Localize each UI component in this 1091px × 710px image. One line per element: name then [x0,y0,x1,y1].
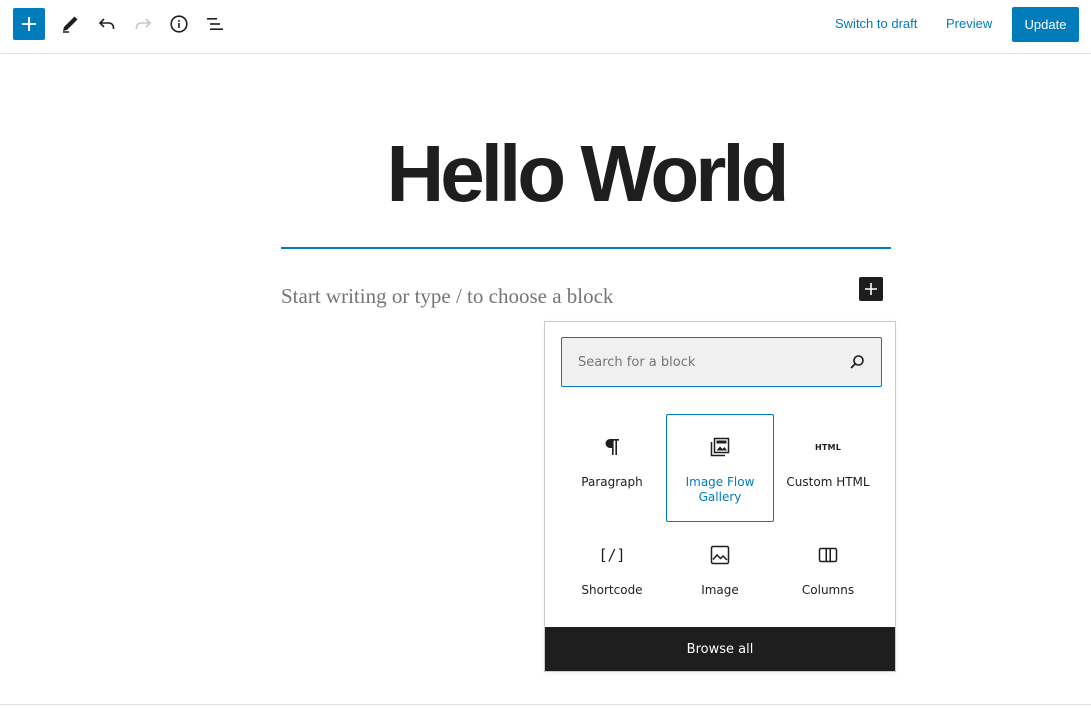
browse-all-button[interactable]: Browse all [545,627,895,671]
image-icon [667,543,773,567]
block-item-image[interactable]: Image [666,522,774,630]
list-view-button[interactable] [199,8,231,40]
block-item-image-flow-gallery[interactable]: Image Flow Gallery [666,414,774,522]
tools-button[interactable] [54,8,86,40]
pencil-icon [63,16,78,33]
block-item-custom-html[interactable]: HTML Custom HTML [774,414,882,522]
block-item-label: Shortcode [581,583,643,597]
block-item-shortcode[interactable]: [/] Shortcode [558,522,666,630]
preview-button[interactable]: Preview [946,15,992,33]
block-item-label: Image Flow Gallery [685,475,755,504]
update-button[interactable]: Update [1012,7,1079,42]
gallery-icon [667,435,773,459]
redo-button[interactable] [127,8,159,40]
redo-icon [135,18,152,29]
block-item-label: Columns [801,583,855,597]
block-placeholder[interactable]: Start writing or type / to choose a bloc… [281,282,613,310]
add-block-button[interactable] [13,8,45,40]
block-item-label: Paragraph [581,475,643,489]
plus-icon [22,17,36,31]
plus-icon [865,283,877,295]
title-focus-underline [281,247,891,249]
block-item-columns[interactable]: Columns [774,522,882,630]
undo-button[interactable] [91,8,123,40]
shortcode-icon-glyph: [/] [598,546,626,564]
html-icon: HTML [775,435,881,459]
editor-header-toolbar: Switch to draft Preview Update [0,0,1091,54]
post-title[interactable]: Hello World [281,128,891,220]
block-item-paragraph[interactable]: Paragraph [558,414,666,522]
footer-divider [0,704,1091,705]
details-button[interactable] [163,8,195,40]
paragraph-icon [559,435,665,459]
columns-icon [775,543,881,567]
block-search[interactable] [561,337,882,387]
switch-to-draft-button[interactable]: Switch to draft [835,15,917,33]
block-item-label: Image [701,583,739,597]
block-inserter-button[interactable] [859,277,883,301]
undo-icon [98,18,115,29]
block-search-input[interactable] [562,338,842,386]
quick-inserter-popover: Paragraph Image Flow Gallery HTML Custom… [544,321,896,672]
info-icon [170,15,188,33]
html-icon-glyph: HTML [814,442,841,452]
list-view-icon [207,18,223,30]
block-item-label: Custom HTML [786,475,870,489]
search-icon [850,355,864,369]
shortcode-icon: [/] [559,543,665,567]
